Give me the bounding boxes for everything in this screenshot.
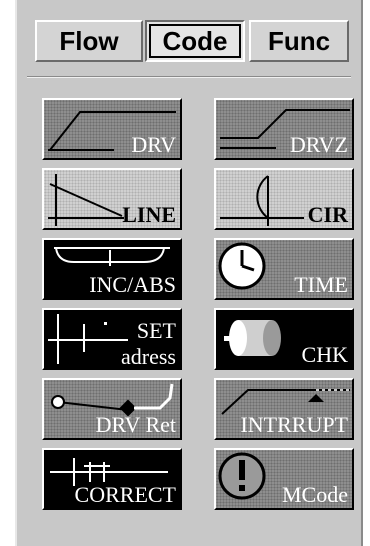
intrrupt-button[interactable]: INTRRUPT [214, 378, 354, 440]
chk-button[interactable]: CHK [214, 308, 354, 370]
drvz-label: DRVZ [289, 132, 348, 157]
tab-code[interactable]: Code [145, 20, 245, 62]
drv-label: DRV [131, 132, 176, 157]
mcode-label: MCode [282, 482, 348, 507]
tab-func[interactable]: Func [249, 20, 349, 62]
mcode-button[interactable]: MCode [214, 448, 354, 510]
cir-label: CIR [307, 202, 348, 227]
set-address-button[interactable]: SET adress [42, 308, 182, 370]
correct-label: CORRECT [74, 482, 176, 507]
inc-abs-label: INC/ABS [89, 272, 176, 297]
inc-abs-button[interactable]: INC/ABS [42, 238, 182, 300]
line-label: LINE [122, 202, 176, 227]
correct-button[interactable]: CORRECT [42, 448, 182, 510]
divider [27, 76, 351, 78]
cir-button[interactable]: CIR [214, 168, 354, 230]
line-button[interactable]: LINE [42, 168, 182, 230]
chk-label: CHK [301, 342, 348, 367]
set-label: SET [136, 318, 176, 343]
address-label: adress [121, 344, 176, 369]
time-label: TIME [294, 272, 348, 297]
tab-flow[interactable]: Flow [35, 20, 143, 62]
drv-button[interactable]: DRV [42, 98, 182, 160]
drv-ret-button[interactable]: DRV Ret [42, 378, 182, 440]
drvz-button[interactable]: DRVZ [214, 98, 354, 160]
drv-ret-label: DRV Ret [95, 412, 176, 437]
intrrupt-label: INTRRUPT [240, 412, 348, 437]
code-palette-panel: Flow Code Func DRV DRVZ LINE CIR INC/ABS… [15, 0, 363, 546]
time-button[interactable]: TIME [214, 238, 354, 300]
